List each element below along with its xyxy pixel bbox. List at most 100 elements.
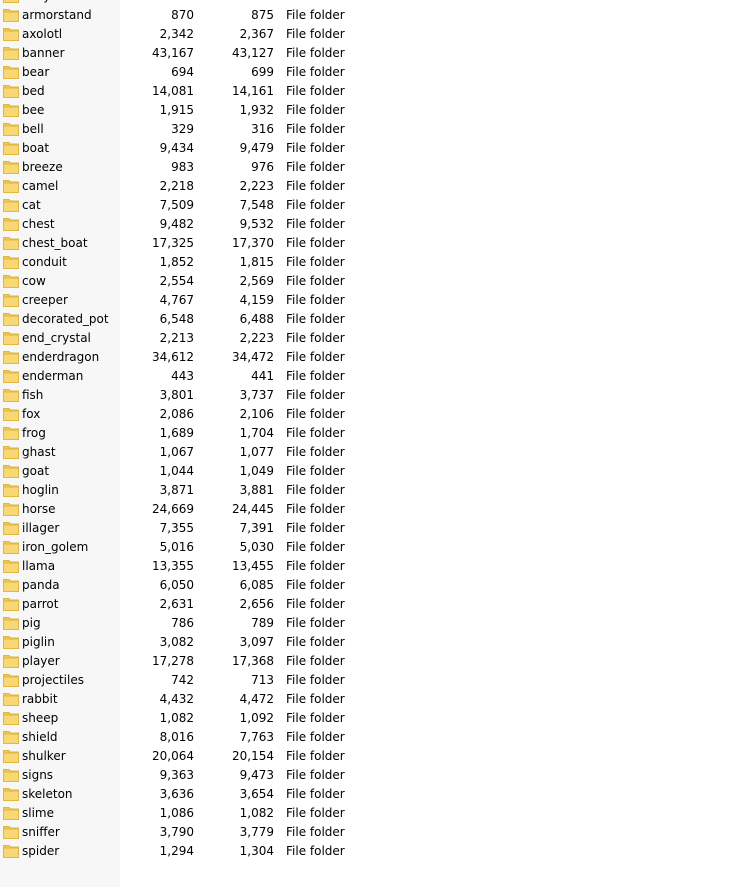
file-row[interactable]: illager 7,355 7,391 File folder	[0, 519, 733, 538]
file-name: panda	[22, 578, 60, 592]
size-value-b: 34,472	[232, 350, 274, 364]
file-row[interactable]: llama 13,355 13,455 File folder	[0, 557, 733, 576]
file-row[interactable]: piglin 3,082 3,097 File folder	[0, 633, 733, 652]
file-name: signs	[22, 768, 54, 782]
file-row[interactable]: horse 24,669 24,445 File folder	[0, 500, 733, 519]
size-value-a: 17,325	[152, 236, 194, 250]
file-type: File folder	[286, 407, 345, 421]
size-value-b: 24,445	[232, 502, 274, 516]
file-row[interactable]: signs 9,363 9,473 File folder	[0, 766, 733, 785]
file-row[interactable]: player 17,278 17,368 File folder	[0, 652, 733, 671]
file-row[interactable]: shield 8,016 7,763 File folder	[0, 728, 733, 747]
file-row[interactable]: slime 1,086 1,082 File folder	[0, 804, 733, 823]
file-type: File folder	[286, 559, 345, 573]
file-name: camel	[22, 179, 59, 193]
file-row[interactable]: fox 2,086 2,106 File folder	[0, 405, 733, 424]
folder-icon	[3, 768, 19, 782]
file-row[interactable]: cow 2,554 2,569 File folder	[0, 272, 733, 291]
file-row[interactable]: enderdragon 34,612 34,472 File folder	[0, 348, 733, 367]
file-row[interactable]: breeze 983 976 File folder	[0, 158, 733, 177]
file-row[interactable]: banner 43,167 43,127 File folder	[0, 44, 733, 63]
size-value-a: 2,342	[159, 27, 194, 41]
file-row[interactable]: panda 6,050 6,085 File folder	[0, 576, 733, 595]
file-row[interactable]: fish 3,801 3,737 File folder	[0, 386, 733, 405]
size-value-a: 9,482	[159, 217, 194, 231]
size-value-b: 3,097	[239, 635, 274, 649]
size-value-b: 7,548	[239, 198, 274, 212]
file-row[interactable]: ghast 1,067 1,077 File folder	[0, 443, 733, 462]
size-value-a: 9,363	[159, 768, 194, 782]
size-value-a: 694	[171, 65, 194, 79]
size-value-b: 14,161	[232, 84, 274, 98]
file-row[interactable]: sniffer 3,790 3,779 File folder	[0, 823, 733, 842]
file-name: enderdragon	[22, 350, 100, 364]
folder-icon	[3, 65, 19, 79]
file-name: creeper	[22, 293, 68, 307]
file-row[interactable]: parrot 2,631 2,656 File folder	[0, 595, 733, 614]
folder-icon	[3, 160, 19, 174]
file-row[interactable]: spider 1,294 1,304 File folder	[0, 842, 733, 861]
file-row[interactable]: frog 1,689 1,704 File folder	[0, 424, 733, 443]
file-row[interactable]: cat 7,509 7,548 File folder	[0, 196, 733, 215]
file-name: breeze	[22, 160, 63, 174]
file-type: File folder	[286, 84, 345, 98]
file-row[interactable]: bell 329 316 File folder	[0, 120, 733, 139]
file-row[interactable]: bee 1,915 1,932 File folder	[0, 101, 733, 120]
file-type: File folder	[286, 388, 345, 402]
file-row[interactable]: bed 14,081 14,161 File folder	[0, 82, 733, 101]
size-value-b: 5,030	[239, 540, 274, 554]
file-row[interactable]: skeleton 3,636 3,654 File folder	[0, 785, 733, 804]
file-row[interactable]: axolotl 2,342 2,367 File folder	[0, 25, 733, 44]
size-value-b: 17,370	[232, 236, 274, 250]
folder-icon	[3, 635, 19, 649]
file-row[interactable]: bear 694 699 File folder	[0, 63, 733, 82]
size-value-a: 1,086	[159, 806, 194, 820]
file-row[interactable]: boat 9,434 9,479 File folder	[0, 139, 733, 158]
size-value-a: 14,081	[152, 84, 194, 98]
size-value-a: 1,689	[159, 426, 194, 440]
file-type: File folder	[286, 369, 345, 383]
file-row[interactable]: goat 1,044 1,049 File folder	[0, 462, 733, 481]
file-name: chest_boat	[22, 236, 88, 250]
size-value-b: 3,737	[239, 388, 274, 402]
file-row[interactable]: creeper 4,767 4,159 File folder	[0, 291, 733, 310]
file-row[interactable]: projectiles 742 713 File folder	[0, 671, 733, 690]
file-row[interactable]: rabbit 4,432 4,472 File folder	[0, 690, 733, 709]
file-row[interactable]: chest_boat 17,325 17,370 File folder	[0, 234, 733, 253]
file-row[interactable]: conduit 1,852 1,815 File folder	[0, 253, 733, 272]
file-type: File folder	[286, 673, 345, 687]
size-value-a: 8,016	[159, 730, 194, 744]
size-value-b: 4,159	[239, 293, 274, 307]
file-name: shulker	[22, 749, 66, 763]
file-type: File folder	[286, 27, 345, 41]
file-row[interactable]: iron_golem 5,016 5,030 File folder	[0, 538, 733, 557]
size-value-a: 1,915	[159, 103, 194, 117]
size-value-a: 3,871	[159, 483, 194, 497]
file-name: end_crystal	[22, 331, 91, 345]
file-name: piglin	[22, 635, 55, 649]
size-value-a: 13,355	[152, 559, 194, 573]
file-row[interactable]: hoglin 3,871 3,881 File folder	[0, 481, 733, 500]
file-row[interactable]: armorstand 870 875 File folder	[0, 6, 733, 25]
file-row[interactable]: sheep 1,082 1,092 File folder	[0, 709, 733, 728]
file-row[interactable]: end_crystal 2,213 2,223 File folder	[0, 329, 733, 348]
folder-icon	[3, 388, 19, 402]
size-value-a: 786	[171, 616, 194, 630]
file-row[interactable]: pig 786 789 File folder	[0, 614, 733, 633]
size-value-a: 3,082	[159, 635, 194, 649]
file-name: iron_golem	[22, 540, 89, 554]
file-row[interactable]: decorated_pot 6,548 6,488 File folder	[0, 310, 733, 329]
folder-icon	[3, 407, 19, 421]
file-type: File folder	[286, 46, 345, 60]
folder-icon	[3, 521, 19, 535]
file-type: File folder	[286, 274, 345, 288]
file-row[interactable]: chest 9,482 9,532 File folder	[0, 215, 733, 234]
folder-icon	[3, 236, 19, 250]
file-row[interactable]: camel 2,218 2,223 File folder	[0, 177, 733, 196]
file-name: horse	[22, 502, 56, 516]
file-type: File folder	[286, 445, 345, 459]
file-row[interactable]: enderman 443 441 File folder	[0, 367, 733, 386]
file-row[interactable]: shulker 20,064 20,154 File folder	[0, 747, 733, 766]
folder-icon	[3, 806, 19, 820]
file-name: bed	[22, 84, 45, 98]
